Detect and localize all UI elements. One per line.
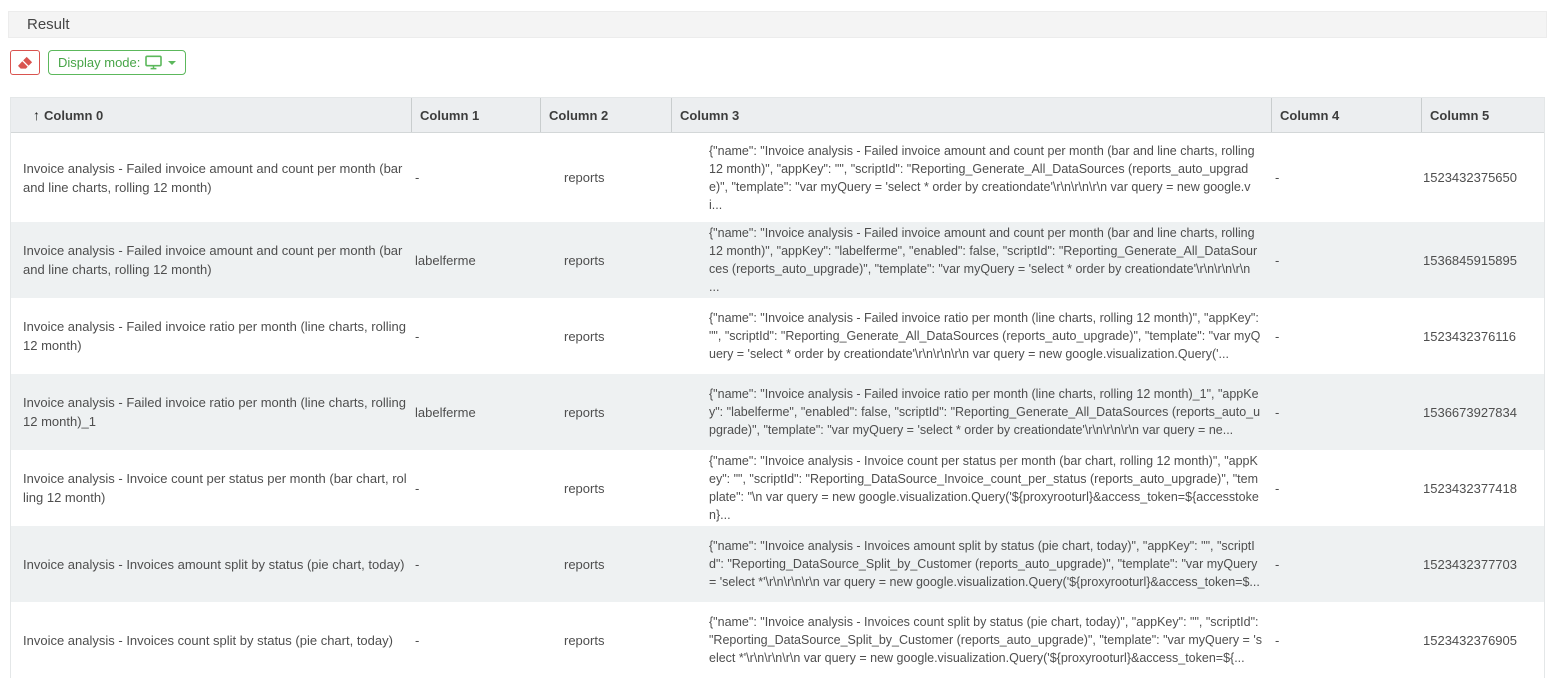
display-mode-label: Display mode: (58, 55, 140, 70)
cell-column-1: - (411, 450, 540, 526)
display-mode-button[interactable]: Display mode: (48, 50, 186, 75)
table-row[interactable]: Invoice analysis - Invoice count per sta… (11, 450, 1544, 526)
cell-column-1: - (411, 298, 540, 374)
column-header-label: Column 4 (1280, 108, 1339, 123)
table-header-row: ↑ Column 0 Column 1 Column 2 Column 3 Co… (11, 98, 1544, 133)
cell-column-3: {"name": "Invoice analysis - Invoices co… (671, 602, 1271, 678)
toolbar: Display mode: (10, 50, 1555, 75)
column-header-2[interactable]: Column 2 (540, 98, 671, 132)
cell-column-5: 1523432376905 (1421, 602, 1544, 678)
column-header-label: Column 5 (1430, 108, 1489, 123)
cell-column-1: - (411, 526, 540, 602)
cell-column-0: Invoice analysis - Failed invoice amount… (11, 222, 411, 298)
results-table: ↑ Column 0 Column 1 Column 2 Column 3 Co… (10, 97, 1545, 678)
cell-column-0: Invoice analysis - Failed invoice ratio … (11, 374, 411, 450)
cell-column-0: Invoice analysis - Failed invoice amount… (11, 133, 411, 222)
monitor-icon (145, 55, 162, 70)
cell-column-2: reports (540, 450, 671, 526)
result-panel-header: Result (8, 11, 1547, 38)
cell-column-0: Invoice analysis - Invoices count split … (11, 602, 411, 678)
column-header-label: Column 3 (680, 108, 739, 123)
cell-column-1: - (411, 133, 540, 222)
cell-column-5: 1536673927834 (1421, 374, 1544, 450)
cell-column-2: reports (540, 298, 671, 374)
cell-column-1: labelferme (411, 222, 540, 298)
cell-column-3: {"name": "Invoice analysis - Invoice cou… (671, 450, 1271, 526)
cell-column-3: {"name": "Invoice analysis - Failed invo… (671, 133, 1271, 222)
cell-column-2: reports (540, 526, 671, 602)
cell-column-5: 1536845915895 (1421, 222, 1544, 298)
table-row[interactable]: Invoice analysis - Invoices count split … (11, 602, 1544, 678)
cell-column-2: reports (540, 222, 671, 298)
page-title: Result (27, 16, 70, 33)
cell-column-5: 1523432377418 (1421, 450, 1544, 526)
cell-column-2: reports (540, 374, 671, 450)
column-header-5[interactable]: Column 5 (1421, 98, 1544, 132)
cell-column-4: - (1271, 526, 1421, 602)
cell-column-0: Invoice analysis - Invoices amount split… (11, 526, 411, 602)
cell-column-3: {"name": "Invoice analysis - Invoices am… (671, 526, 1271, 602)
cell-column-5: 1523432375650 (1421, 133, 1544, 222)
cell-column-4: - (1271, 450, 1421, 526)
cell-column-5: 1523432377703 (1421, 526, 1544, 602)
cell-column-1: - (411, 602, 540, 678)
cell-column-4: - (1271, 602, 1421, 678)
cell-column-4: - (1271, 298, 1421, 374)
cell-column-0: Invoice analysis - Failed invoice ratio … (11, 298, 411, 374)
cell-column-4: - (1271, 374, 1421, 450)
table-row[interactable]: Invoice analysis - Failed invoice ratio … (11, 374, 1544, 450)
cell-column-4: - (1271, 222, 1421, 298)
table-row[interactable]: Invoice analysis - Failed invoice amount… (11, 133, 1544, 222)
table-row[interactable]: Invoice analysis - Failed invoice amount… (11, 222, 1544, 298)
eraser-icon (17, 56, 33, 70)
column-header-1[interactable]: Column 1 (411, 98, 540, 132)
column-header-label: Column 2 (549, 108, 608, 123)
column-header-label: Column 1 (420, 108, 479, 123)
cell-column-3: {"name": "Invoice analysis - Failed invo… (671, 222, 1271, 298)
column-header-label: Column 0 (44, 108, 103, 123)
cell-column-2: reports (540, 602, 671, 678)
clear-results-button[interactable] (10, 50, 40, 75)
column-header-3[interactable]: Column 3 (671, 98, 1271, 132)
table-row[interactable]: Invoice analysis - Invoices amount split… (11, 526, 1544, 602)
cell-column-5: 1523432376116 (1421, 298, 1544, 374)
column-header-4[interactable]: Column 4 (1271, 98, 1421, 132)
cell-column-4: - (1271, 133, 1421, 222)
caret-down-icon (168, 61, 176, 65)
cell-column-0: Invoice analysis - Invoice count per sta… (11, 450, 411, 526)
table-row[interactable]: Invoice analysis - Failed invoice ratio … (11, 298, 1544, 374)
cell-column-3: {"name": "Invoice analysis - Failed invo… (671, 298, 1271, 374)
column-header-0[interactable]: ↑ Column 0 (11, 98, 411, 132)
sort-ascending-icon: ↑ (33, 107, 40, 123)
cell-column-2: reports (540, 133, 671, 222)
cell-column-3: {"name": "Invoice analysis - Failed invo… (671, 374, 1271, 450)
cell-column-1: labelferme (411, 374, 540, 450)
